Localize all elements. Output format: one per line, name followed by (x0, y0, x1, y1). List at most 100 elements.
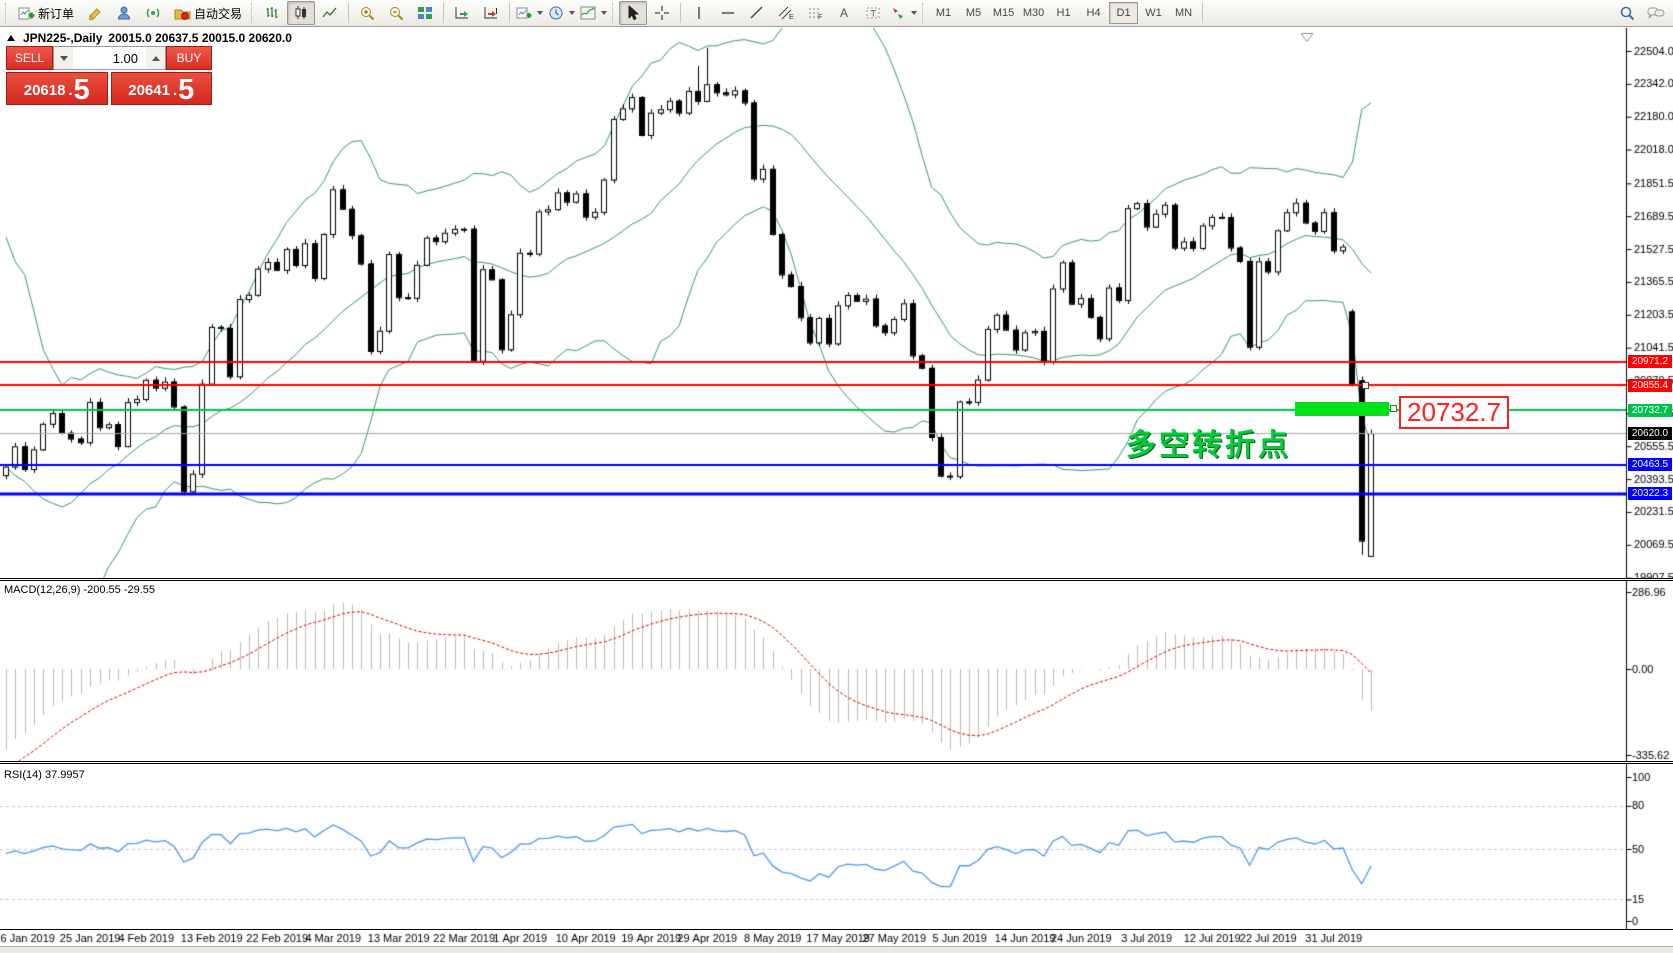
buy-price[interactable]: 20641 . 5 (111, 72, 213, 105)
buy-price-big-digit: 5 (178, 77, 194, 103)
turning-point-price-label[interactable]: 20732.7 (1399, 396, 1509, 429)
chat-button[interactable] (1642, 1, 1670, 25)
crosshair-icon (654, 5, 670, 21)
autotrading-button[interactable]: 自动交易 (168, 1, 248, 25)
timeframe-m1[interactable]: M1 (929, 2, 958, 24)
timeframe-w1[interactable]: W1 (1139, 2, 1168, 24)
price-line-badge: 20463.5 (1628, 458, 1672, 471)
dropdown-arrow-icon (569, 11, 575, 15)
sell-price-base: 20618 (24, 79, 66, 103)
svg-text:T: T (871, 9, 877, 19)
svg-text:A: A (840, 6, 848, 20)
vertical-line-button[interactable] (685, 1, 713, 25)
market-watch-button[interactable] (110, 1, 138, 25)
sell-button[interactable]: SELL (6, 46, 53, 70)
rsi-value: 37.9957 (45, 769, 85, 781)
volume-increase-button[interactable] (146, 47, 165, 69)
tile-windows-icon (417, 5, 433, 21)
indicators-icon (580, 5, 596, 21)
zoom-out-icon (388, 5, 404, 21)
symbol-period-label: JPN225-,Daily (23, 31, 102, 45)
toolbar-grip (251, 3, 255, 23)
zoom-in-icon (359, 5, 375, 21)
candlestick-chart-button[interactable] (287, 1, 315, 25)
macd-name: MACD(12,26,9) (4, 584, 80, 596)
fibonacci-button[interactable]: F (801, 1, 829, 25)
text-label-button[interactable]: T (859, 1, 887, 25)
tile-windows-button[interactable] (411, 1, 439, 25)
toolbar-separator (348, 3, 349, 23)
indicators-dropdown[interactable] (578, 1, 609, 25)
channel-button[interactable]: E (772, 1, 800, 25)
chart-shift-button[interactable] (477, 1, 505, 25)
auto-scroll-button[interactable] (448, 1, 476, 25)
fibonacci-icon: F (807, 5, 823, 21)
main-chart-canvas[interactable] (0, 28, 1673, 578)
text-button[interactable]: A (830, 1, 858, 25)
horizontal-line-button[interactable] (714, 1, 742, 25)
text-label-icon: T (865, 5, 881, 21)
svg-text:E: E (789, 14, 794, 21)
timeframe-d1[interactable]: D1 (1109, 2, 1138, 24)
volume-value[interactable]: 1.00 (73, 47, 146, 69)
dropdown-arrow-icon (601, 11, 607, 15)
buy-price-base: 20641 (128, 79, 170, 103)
new-order-button[interactable]: 新订单 (12, 1, 80, 25)
profiles-dropdown[interactable] (546, 1, 577, 25)
volume-stepper: 1.00 (53, 46, 166, 70)
auto-scroll-icon (454, 5, 470, 21)
crosshair-button[interactable] (648, 1, 676, 25)
timeframe-m5[interactable]: M5 (959, 2, 988, 24)
timeframe-h4[interactable]: H4 (1079, 2, 1108, 24)
zoom-in-button[interactable] (353, 1, 381, 25)
timeframe-h1[interactable]: H1 (1049, 2, 1078, 24)
hline-handle[interactable] (1362, 382, 1369, 389)
vertical-line-icon (691, 5, 707, 21)
trendline-button[interactable] (743, 1, 771, 25)
turning-point-rectangle[interactable] (1295, 402, 1389, 416)
cursor-button[interactable] (619, 1, 647, 25)
timeframe-mn[interactable]: MN (1169, 2, 1198, 24)
price-line-badge: 20322.3 (1628, 487, 1672, 500)
macd-panel-canvas[interactable] (0, 581, 1673, 761)
toolbar-separator (1202, 3, 1203, 23)
new-chart-dropdown[interactable] (514, 1, 545, 25)
current-price-badge: 20620.0 (1628, 427, 1672, 440)
buy-button[interactable]: BUY (166, 46, 212, 70)
toolbar-separator (509, 3, 510, 23)
rectangle-handle[interactable] (1390, 405, 1397, 412)
toolbar-separator (443, 3, 444, 23)
chart-title: JPN225-,Daily 20015.0 20637.5 20015.0 20… (7, 31, 292, 45)
bar-chart-button[interactable] (258, 1, 286, 25)
shapes-icon (890, 5, 906, 21)
volume-decrease-button[interactable] (54, 47, 73, 69)
toolbar-separator (680, 3, 681, 23)
clock-icon (548, 5, 564, 21)
rsi-label: RSI(14) 37.9957 (4, 769, 85, 781)
svg-text:F: F (818, 14, 822, 21)
sell-price[interactable]: 20618 . 5 (6, 72, 108, 105)
horizontal-line-icon (720, 5, 736, 21)
timeframe-m15[interactable]: M15 (989, 2, 1018, 24)
search-button[interactable] (1613, 1, 1641, 25)
alerts-button[interactable] (139, 1, 167, 25)
zoom-out-button[interactable] (382, 1, 410, 25)
line-chart-icon (322, 5, 338, 21)
buy-price-dot: . (173, 79, 177, 103)
new-chart-icon (516, 5, 532, 21)
toolbar-grip (5, 3, 9, 23)
turning-point-text[interactable]: 多空转折点 (1126, 420, 1291, 464)
line-chart-button[interactable] (316, 1, 344, 25)
date-axis-canvas[interactable] (0, 930, 1673, 946)
cursor-icon (625, 5, 641, 21)
collapse-arrow-icon[interactable] (7, 35, 15, 41)
person-icon (116, 5, 132, 21)
trendline-icon (749, 5, 765, 21)
timeframe-m30[interactable]: M30 (1019, 2, 1048, 24)
main-toolbar: 新订单 自动交易 E F A T M1 M5 M15 M30 H1 H4 D1 … (0, 0, 1673, 27)
history-center-button[interactable] (81, 1, 109, 25)
shapes-dropdown[interactable] (888, 1, 919, 25)
price-line-badge: 20971.2 (1628, 355, 1672, 368)
ohlc-values: 20015.0 20637.5 20015.0 20620.0 (108, 31, 292, 45)
rsi-panel-canvas[interactable] (0, 764, 1673, 929)
